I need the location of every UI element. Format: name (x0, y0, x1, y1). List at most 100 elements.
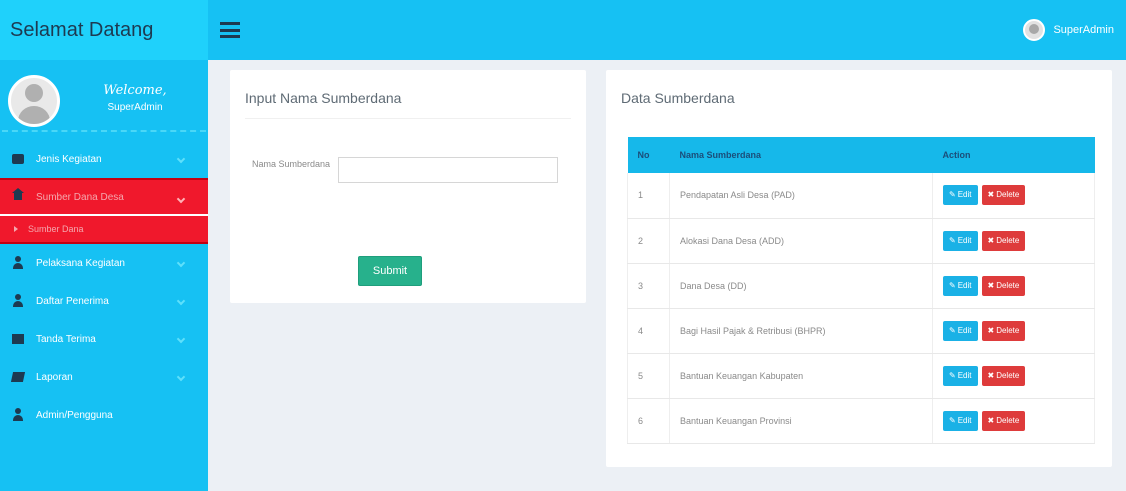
chevron-left-icon (176, 296, 186, 306)
user-menu[interactable]: SuperAdmin (1023, 17, 1114, 43)
row-number: 6 (627, 398, 670, 444)
delete-label: Delete (996, 235, 1020, 245)
home-icon (12, 188, 24, 202)
sidebar-item-label: Jenis Kegiatan (36, 153, 102, 165)
table-row: 4 Bagi Hasil Pajak & Retribusi (BHPR) ✎ E… (627, 308, 1095, 354)
sidebar-item-sumber-dana-desa[interactable]: Sumber Dana Desa (0, 178, 208, 216)
pencil-icon: ✎ (949, 325, 956, 335)
row-actions: ✎ Edit ✖ Delete (932, 308, 1095, 354)
edit-button[interactable]: ✎ Edit (943, 320, 978, 341)
sidebar-item-label: Sumber Dana Desa (36, 191, 124, 203)
sidebar-item-admin-pengguna[interactable]: Admin/Pengguna (0, 396, 208, 434)
pencil-icon: ✎ (949, 190, 956, 200)
row-number: 3 (627, 263, 670, 309)
delete-button[interactable]: ✖ Delete (981, 410, 1026, 431)
delete-button[interactable]: ✖ Delete (981, 185, 1026, 206)
edit-button[interactable]: ✎ Edit (943, 230, 978, 251)
nama-sumberdana-label: Nama Sumberdana (251, 159, 330, 169)
data-table-panel: Data Sumberdana No Nama Sumberdana Actio… (606, 70, 1112, 467)
sidebar-item-laporan[interactable]: Laporan (0, 358, 208, 396)
sidebar-item-daftar-penerima[interactable]: Daftar Penerima (0, 282, 208, 320)
table-row: 3 Dana Desa (DD) ✎ Edit ✖ Delete (627, 263, 1095, 309)
row-number: 5 (627, 353, 670, 399)
data-panel-title: Data Sumberdana (621, 90, 735, 106)
edit-button[interactable]: ✎ Edit (943, 365, 978, 386)
main-content: Input Nama Sumberdana Nama Sumberdana Su… (208, 60, 1126, 491)
submenu-item-label: Sumber Dana (28, 224, 84, 234)
menu-toggle-icon[interactable] (220, 22, 240, 38)
trash-icon: ✖ (987, 190, 995, 200)
table-row: 6 Bantuan Keuangan Provinsi ✎ Edit ✖ Delete (627, 398, 1095, 444)
hamburger-bar (220, 35, 240, 38)
row-name: Alokasi Dana Desa (ADD) (669, 218, 933, 264)
chevron-left-icon (176, 334, 186, 344)
sidebar-subitem-sumber-dana[interactable]: Sumber Dana (0, 216, 208, 244)
edit-button[interactable]: ✎ Edit (943, 275, 978, 296)
form-panel-title: Input Nama Sumberdana (245, 90, 402, 106)
edit-button[interactable]: ✎ Edit (943, 410, 978, 431)
user-icon (12, 408, 24, 421)
delete-button[interactable]: ✖ Delete (981, 275, 1026, 296)
delete-label: Delete (996, 325, 1020, 335)
nama-sumberdana-input[interactable] (338, 157, 558, 183)
avatar (8, 75, 60, 127)
row-name: Pendapatan Asli Desa (PAD) (669, 173, 933, 219)
delete-button[interactable]: ✖ Delete (981, 365, 1026, 386)
column-header-no: No (627, 137, 670, 173)
pencil-icon: ✎ (949, 280, 956, 290)
sidebar-item-tanda-terima[interactable]: Tanda Terima (0, 320, 208, 358)
pencil-icon: ✎ (949, 415, 956, 425)
delete-label: Delete (996, 280, 1020, 290)
hamburger-bar (220, 28, 240, 32)
sidebar: Welcome, SuperAdmin Jenis Kegiatan Sumbe… (0, 60, 208, 491)
panel-divider (245, 118, 571, 119)
row-actions: ✎ Edit ✖ Delete (932, 263, 1095, 309)
sidebar-item-label: Admin/Pengguna (36, 409, 113, 421)
book-icon (10, 372, 26, 382)
chevron-left-icon (176, 154, 186, 164)
trash-icon: ✖ (987, 370, 995, 380)
trash-icon: ✖ (987, 325, 995, 335)
edit-label: Edit (957, 190, 972, 200)
edit-label: Edit (957, 415, 972, 425)
sidebar-item-label: Tanda Terima (36, 333, 96, 345)
delete-label: Delete (996, 415, 1020, 425)
sidebar-item-label: Pelaksana Kegiatan (36, 257, 125, 269)
top-navbar: Selamat Datang SuperAdmin (0, 0, 1126, 60)
sidebar-item-pelaksana-kegiatan[interactable]: Pelaksana Kegiatan (0, 244, 208, 282)
chevron-left-icon (176, 258, 186, 268)
row-actions: ✎ Edit ✖ Delete (932, 173, 1095, 219)
edit-button[interactable]: ✎ Edit (943, 185, 978, 206)
profile-name: SuperAdmin (107, 102, 163, 113)
edit-label: Edit (957, 325, 972, 335)
row-actions: ✎ Edit ✖ Delete (932, 353, 1095, 399)
envelope-icon (12, 334, 24, 344)
edit-label: Edit (957, 280, 972, 290)
delete-button[interactable]: ✖ Delete (981, 230, 1026, 251)
sidebar-menu: Jenis Kegiatan Sumber Dana Desa Sumber D… (0, 140, 208, 434)
row-name: Bantuan Keuangan Kabupaten (669, 353, 933, 399)
table-row: 5 Bantuan Keuangan Kabupaten ✎ Edit ✖ Delet… (627, 353, 1095, 399)
delete-button[interactable]: ✖ Delete (981, 320, 1026, 341)
row-number: 4 (627, 308, 670, 354)
sidebar-item-label: Daftar Penerima (36, 295, 109, 307)
column-header-action: Action (932, 137, 1095, 173)
brand-title[interactable]: Selamat Datang (0, 0, 208, 60)
row-actions: ✎ Edit ✖ Delete (932, 218, 1095, 264)
user-icon (12, 294, 24, 307)
sidebar-item-jenis-kegiatan[interactable]: Jenis Kegiatan (0, 140, 208, 178)
row-name: Dana Desa (DD) (669, 263, 933, 309)
chevron-down-icon (176, 194, 186, 204)
welcome-text: Welcome, (103, 83, 167, 98)
pencil-icon: ✎ (949, 370, 956, 380)
user-menu-label: SuperAdmin (1053, 24, 1114, 36)
row-name: Bagi Hasil Pajak & Retribusi (BHPR) (669, 308, 933, 354)
trash-icon: ✖ (987, 235, 995, 245)
edit-label: Edit (957, 235, 972, 245)
row-number: 2 (627, 218, 670, 264)
caret-right-icon (14, 226, 18, 232)
edit-label: Edit (957, 370, 972, 380)
hamburger-bar (220, 22, 240, 25)
user-avatar-icon (1023, 19, 1046, 41)
submit-button[interactable]: Submit (358, 256, 422, 286)
